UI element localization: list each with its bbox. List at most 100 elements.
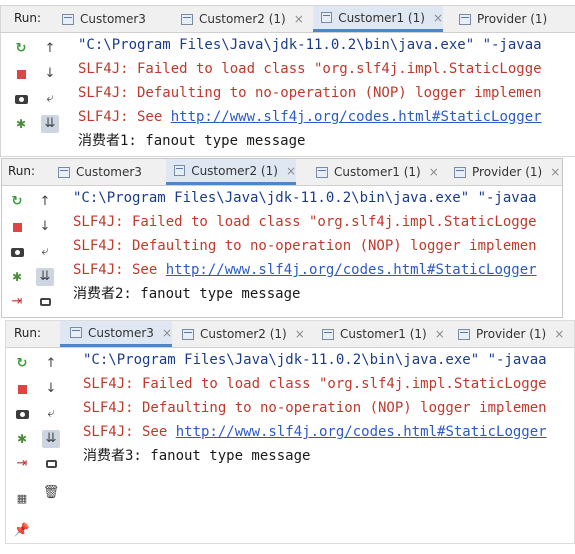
command-line: "C:\Program Files\Java\jdk-11.0.2\bin\ja…	[78, 37, 542, 53]
exit-icon[interactable]: ⇥	[8, 293, 26, 311]
camera-icon[interactable]	[13, 405, 31, 423]
console-output: "C:\Program Files\Java\jdk-11.0.2\bin\ja…	[68, 348, 574, 543]
down-arrow-icon[interactable]: ↓	[42, 380, 60, 398]
close-icon[interactable]: ×	[550, 165, 560, 179]
soft-wrap-icon[interactable]: ⤶	[42, 405, 60, 423]
print-icon[interactable]	[36, 293, 54, 311]
soft-wrap-icon[interactable]: ⤶	[36, 243, 54, 261]
command-line: "C:\Program Files\Java\jdk-11.0.2\bin\ja…	[83, 352, 547, 368]
see-prefix: SLF4J: See	[73, 262, 166, 278]
close-icon[interactable]: ×	[554, 327, 564, 341]
close-icon[interactable]: ×	[294, 12, 304, 26]
slf4j-default-line: SLF4J: Defaulting to no-operation (NOP) …	[73, 238, 537, 254]
slf4j-failed-line: SLF4J: Failed to load class "org.slf4j.i…	[83, 376, 547, 392]
scroll-to-end-icon[interactable]: ⇊	[42, 430, 60, 448]
up-arrow-icon[interactable]: ↑	[36, 193, 54, 211]
close-icon[interactable]: ×	[435, 327, 445, 341]
rerun-icon[interactable]: ↻	[8, 193, 26, 211]
slf4j-default-line: SLF4J: Defaulting to no-operation (NOP) …	[83, 400, 547, 416]
stop-icon[interactable]	[12, 65, 30, 83]
tab-customer2[interactable]: Customer2 (1) ×	[166, 159, 296, 185]
console-tab-icon	[58, 166, 70, 178]
tab-customer3[interactable]: Customer3	[58, 6, 170, 32]
tab-label: Customer2 (1)	[199, 12, 286, 26]
tab-customer2[interactable]: Customer2 (1) ×	[178, 321, 312, 347]
console-toolbar: ↻ ↑ ↓ ⤶ ✱ ⇊	[1, 33, 63, 156]
tab-customer2[interactable]: Customer2 (1) ×	[177, 6, 311, 32]
scroll-to-end-icon[interactable]: ⇊	[41, 115, 59, 133]
camera-icon[interactable]	[12, 90, 30, 108]
debug-icon[interactable]: ✱	[8, 268, 26, 286]
tab-label: Customer1 (1)	[340, 327, 427, 341]
trash-icon[interactable]: 🗑	[42, 484, 60, 502]
console-tab-icon	[316, 166, 328, 178]
close-icon[interactable]: ×	[429, 165, 439, 179]
camera-icon[interactable]	[8, 243, 26, 261]
see-prefix: SLF4J: See	[78, 109, 171, 125]
tab-customer1[interactable]: Customer1 (1) ×	[312, 159, 446, 185]
tab-label: Customer3	[76, 165, 142, 179]
slf4j-see-line: SLF4J: See http://www.slf4j.org/codes.ht…	[78, 107, 542, 127]
console-tab-icon	[62, 13, 74, 25]
consumer-output-line: 消费者3: fanout type message	[83, 448, 311, 464]
tab-customer3[interactable]: Customer3	[54, 159, 166, 185]
stop-icon[interactable]	[8, 218, 26, 236]
tab-provider[interactable]: Provider (1)	[459, 6, 575, 32]
console-tab-icon	[459, 13, 471, 25]
run-tab-bar: Run: Customer3 Customer2 (1) × Customer1…	[2, 159, 562, 186]
layout-icon[interactable]: ▦	[13, 490, 31, 508]
soft-wrap-icon[interactable]: ⤶	[41, 90, 59, 108]
exit-icon[interactable]: ⇥	[13, 455, 31, 473]
see-prefix: SLF4J: See	[83, 424, 176, 440]
run-panel-customer3: Run: Customer3 × Customer2 (1) × Custome…	[5, 320, 575, 544]
scroll-to-end-icon[interactable]: ⇊	[36, 268, 54, 286]
console-toolbar: ↻ ↑ ↓ ⤶ ✱ ⇊ ⇥ ▦ 🗑 📌	[6, 348, 68, 543]
stop-icon[interactable]	[13, 380, 31, 398]
rerun-icon[interactable]: ↻	[13, 355, 31, 373]
run-tab-bar: Run: Customer3 × Customer2 (1) × Custome…	[6, 321, 574, 348]
tab-customer3[interactable]: Customer3 ×	[60, 321, 172, 347]
pin-icon[interactable]: 📌	[13, 522, 31, 540]
run-label: Run:	[14, 326, 42, 340]
tab-label: Customer2 (1)	[191, 163, 278, 178]
tab-label: Customer1 (1)	[338, 10, 425, 25]
close-icon[interactable]: ×	[162, 326, 172, 340]
debug-icon[interactable]: ✱	[12, 115, 30, 133]
slf4j-link[interactable]: http://www.slf4j.org/codes.html#StaticLo…	[176, 424, 547, 440]
tab-label: Provider (1)	[476, 327, 547, 341]
close-icon[interactable]: ×	[433, 11, 443, 25]
tab-label: Provider (1)	[472, 165, 543, 179]
console-tab-icon	[321, 12, 333, 23]
console-tab-icon	[454, 166, 466, 178]
slf4j-failed-line: SLF4J: Failed to load class "org.slf4j.i…	[73, 214, 537, 230]
slf4j-link[interactable]: http://www.slf4j.org/codes.html#StaticLo…	[171, 109, 542, 125]
tab-provider[interactable]: Provider (1) ×	[458, 321, 574, 347]
slf4j-link[interactable]: http://www.slf4j.org/codes.html#StaticLo…	[166, 262, 537, 278]
tab-label: Customer2 (1)	[200, 327, 287, 341]
console-tab-icon	[181, 13, 193, 25]
down-arrow-icon[interactable]: ↓	[41, 65, 59, 83]
console-tab-icon	[322, 328, 334, 340]
up-arrow-icon[interactable]: ↑	[41, 40, 59, 58]
tab-customer1[interactable]: Customer1 (1) ×	[318, 321, 452, 347]
command-line: "C:\Program Files\Java\jdk-11.0.2\bin\ja…	[73, 190, 537, 206]
tab-customer1[interactable]: Customer1 (1) ×	[313, 6, 443, 32]
consumer-output-line: 消费者2: fanout type message	[73, 286, 301, 302]
tab-provider[interactable]: Provider (1) ×	[454, 159, 562, 185]
run-panel-customer1: Run: Customer3 Customer2 (1) × Customer1…	[0, 5, 575, 157]
close-icon[interactable]: ×	[295, 327, 305, 341]
run-label: Run:	[8, 164, 36, 178]
slf4j-see-line: SLF4J: See http://www.slf4j.org/codes.ht…	[73, 260, 537, 280]
console-tab-icon	[458, 328, 470, 340]
console-output: "C:\Program Files\Java\jdk-11.0.2\bin\ja…	[58, 186, 562, 317]
down-arrow-icon[interactable]: ↓	[36, 218, 54, 236]
print-icon[interactable]	[42, 455, 60, 473]
close-icon[interactable]: ×	[286, 164, 296, 178]
rerun-icon[interactable]: ↻	[12, 40, 30, 58]
tab-label: Customer1 (1)	[334, 165, 421, 179]
console-output: "C:\Program Files\Java\jdk-11.0.2\bin\ja…	[63, 33, 575, 156]
console-tab-icon	[182, 328, 194, 340]
up-arrow-icon[interactable]: ↑	[42, 355, 60, 373]
tab-label: Customer3	[88, 325, 154, 340]
debug-icon[interactable]: ✱	[13, 430, 31, 448]
